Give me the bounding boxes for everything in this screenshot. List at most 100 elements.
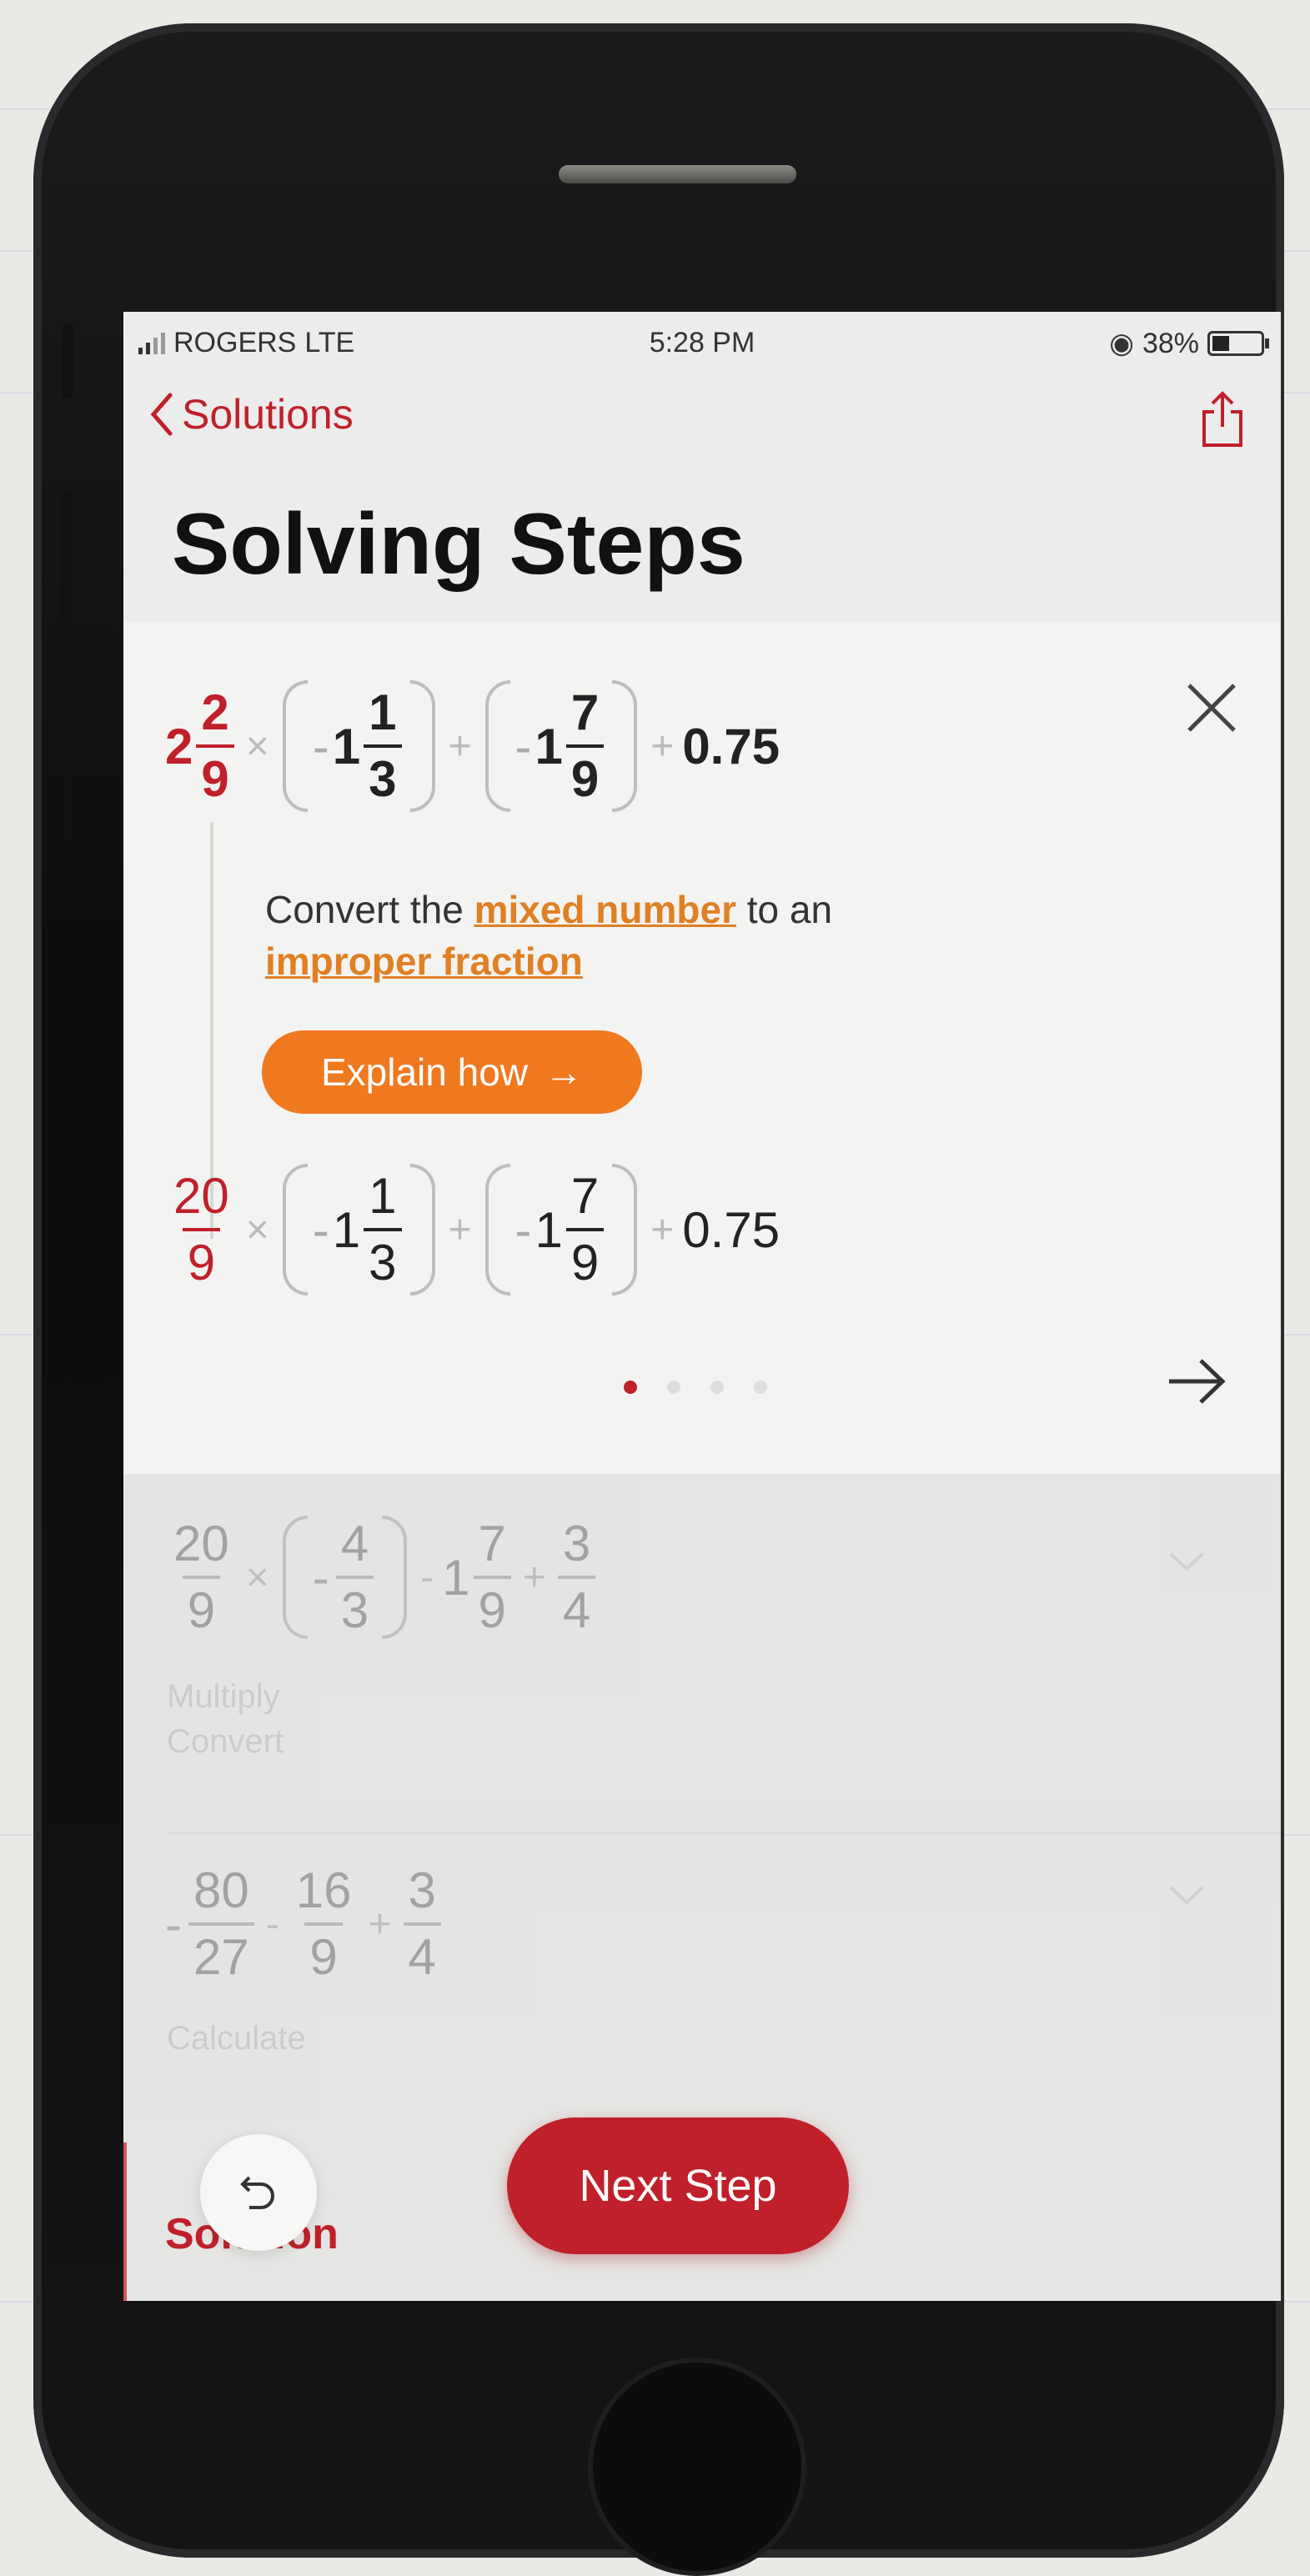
denominator: 9 bbox=[473, 1576, 511, 1636]
expr-fraction: 1 3 bbox=[364, 684, 402, 804]
pagination-dot bbox=[667, 1381, 680, 1394]
pagination-dot bbox=[710, 1381, 724, 1394]
plus-sign: + bbox=[522, 1555, 546, 1600]
chevron-left-icon bbox=[150, 393, 173, 436]
numerator: 1 bbox=[369, 1168, 397, 1224]
earpiece-speaker bbox=[559, 165, 796, 183]
nav-bar: Solutions bbox=[123, 370, 1281, 462]
expr-fraction: 80 27 bbox=[188, 1866, 254, 1982]
decimal-term: 0.75 bbox=[682, 718, 780, 774]
mixed-number-link[interactable]: mixed number bbox=[474, 888, 736, 931]
mute-switch bbox=[62, 323, 73, 398]
expr-fraction: 7 9 bbox=[565, 1171, 605, 1288]
minus-sign: - bbox=[514, 1201, 532, 1258]
minus-sign: - bbox=[514, 718, 532, 774]
denominator: 3 bbox=[364, 1228, 402, 1288]
expr-fraction: 1 3 bbox=[364, 1168, 402, 1288]
denominator: 9 bbox=[196, 744, 234, 804]
step-description: Multiply Convert bbox=[167, 1674, 284, 1764]
step-description-line: Calculate bbox=[167, 2020, 306, 2057]
upcoming-step[interactable]: 20 9 × - 4 3 - 1 7 9 + 3 4 Multiply Conv… bbox=[123, 1516, 1281, 1832]
app-screen: ROGERS LTE 5:28 PM ◉ 38% Solutions Solvi… bbox=[123, 312, 1281, 2301]
mixed-whole: 1 bbox=[332, 718, 361, 774]
expr-fraction: 3 4 bbox=[403, 1866, 441, 1982]
pagination-dot bbox=[624, 1381, 637, 1394]
numerator: 20 bbox=[173, 1516, 229, 1571]
denominator: 9 bbox=[565, 744, 605, 804]
expr-fraction: 4 3 bbox=[335, 1519, 374, 1636]
original-expression: 2 2 9 × - 1 1 3 + - 1 7 9 + 0.75 bbox=[165, 680, 780, 812]
numerator: 2 bbox=[201, 684, 229, 740]
denominator: 9 bbox=[182, 1228, 221, 1288]
step-description: Calculate bbox=[167, 2016, 306, 2061]
back-button[interactable]: Solutions bbox=[148, 390, 354, 439]
minus-sign: - bbox=[312, 718, 329, 774]
step-instruction: Convert the mixed number to an improper … bbox=[265, 884, 949, 987]
share-icon[interactable] bbox=[1197, 388, 1247, 449]
plus-sign: + bbox=[448, 724, 472, 769]
plus-sign: + bbox=[650, 1207, 675, 1252]
expr-fraction: 20 9 bbox=[168, 1519, 234, 1636]
times-sign: × bbox=[245, 1207, 269, 1252]
undo-icon bbox=[240, 2176, 274, 2209]
numerator: 7 bbox=[570, 684, 600, 740]
mixed-whole: 1 bbox=[442, 1549, 470, 1606]
denominator: 4 bbox=[557, 1576, 596, 1636]
denominator: 9 bbox=[304, 1922, 343, 1982]
numerator: 16 bbox=[295, 1862, 352, 1918]
status-right: ◉ 38% bbox=[1109, 327, 1269, 360]
left-paren bbox=[282, 680, 308, 812]
step-divider bbox=[167, 1832, 1281, 1834]
battery-icon bbox=[1207, 331, 1269, 356]
left-paren bbox=[282, 1516, 308, 1639]
right-paren bbox=[612, 680, 638, 812]
expr-whole: 2 bbox=[165, 718, 193, 774]
left-paren bbox=[484, 680, 510, 812]
location-icon: ◉ bbox=[1109, 328, 1134, 359]
right-paren bbox=[409, 680, 435, 812]
next-step-button[interactable]: Next Step bbox=[507, 2117, 849, 2254]
improper-fraction-link[interactable]: improper fraction bbox=[265, 940, 583, 983]
arrow-right-icon: → bbox=[545, 1050, 584, 1094]
step-description-line: Convert bbox=[167, 1723, 284, 1760]
denominator: 9 bbox=[182, 1576, 221, 1636]
times-sign: × bbox=[245, 724, 269, 769]
mixed-whole: 1 bbox=[535, 718, 563, 774]
undo-button[interactable] bbox=[200, 2134, 317, 2251]
minus-sign: - bbox=[420, 1555, 434, 1600]
minus-sign: - bbox=[312, 1549, 329, 1606]
battery-percent: 38% bbox=[1142, 327, 1199, 359]
solution-indicator bbox=[123, 2142, 127, 2301]
numerator: 20 bbox=[173, 1168, 229, 1224]
denominator: 9 bbox=[565, 1228, 605, 1288]
minus-sign: - bbox=[265, 1902, 279, 1947]
volume-down-button bbox=[62, 690, 73, 840]
mixed-whole: 1 bbox=[332, 1201, 361, 1258]
explain-how-button[interactable]: Explain how → bbox=[262, 1030, 642, 1114]
close-icon[interactable] bbox=[1184, 680, 1239, 735]
volume-up-button bbox=[62, 490, 73, 640]
arrow-right-icon[interactable] bbox=[1164, 1352, 1231, 1411]
left-paren bbox=[282, 1164, 308, 1296]
plus-sign: + bbox=[650, 724, 675, 769]
denominator: 27 bbox=[188, 1922, 254, 1982]
explain-how-label: Explain how bbox=[320, 1050, 529, 1094]
home-button[interactable] bbox=[588, 2358, 806, 2576]
denominator: 4 bbox=[403, 1922, 441, 1982]
expr-fraction: 7 9 bbox=[565, 684, 605, 804]
upcoming-step[interactable]: - 80 27 - 16 9 + 3 4 Calculate bbox=[123, 1866, 1281, 2132]
step-pagination bbox=[624, 1381, 767, 1394]
phone-frame: ROGERS LTE 5:28 PM ◉ 38% Solutions Solvi… bbox=[33, 23, 1284, 2576]
minus-sign: - bbox=[312, 1201, 329, 1258]
right-paren bbox=[612, 1164, 638, 1296]
numerator: 1 bbox=[369, 684, 397, 740]
plus-sign: + bbox=[368, 1902, 392, 1947]
minus-sign: - bbox=[165, 1896, 182, 1952]
step-expression: - 80 27 - 16 9 + 3 4 bbox=[165, 1866, 444, 1982]
instruction-text: Convert the bbox=[265, 888, 474, 931]
step-description-line: Multiply bbox=[167, 1678, 280, 1715]
left-paren bbox=[484, 1164, 510, 1296]
current-step-card: 2 2 9 × - 1 1 3 + - 1 7 9 + 0.75 Convert… bbox=[123, 622, 1281, 1474]
right-paren bbox=[382, 1516, 408, 1639]
expr-fraction: 2 9 bbox=[196, 684, 234, 804]
